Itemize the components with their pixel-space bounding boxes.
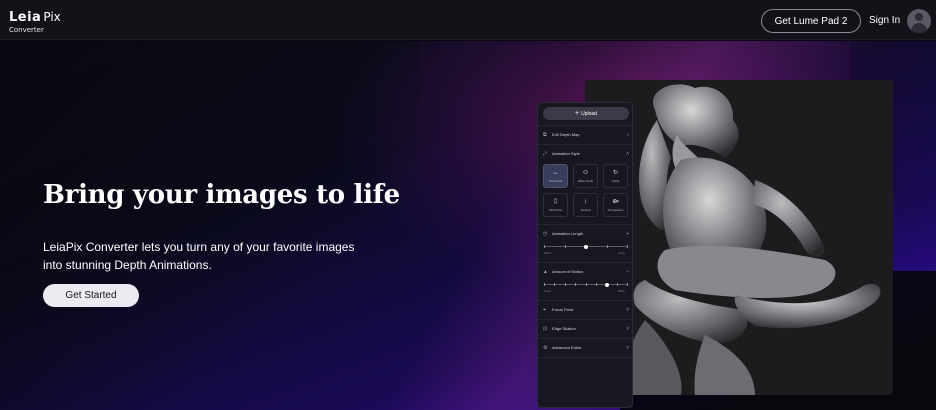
- avatar-body-shape: [911, 23, 927, 33]
- slider-tick: [565, 245, 566, 248]
- style-tile-circle[interactable]: ↻ Circle: [603, 164, 628, 188]
- slider-min-label: Short: [544, 251, 552, 255]
- amount-of-motion-slider[interactable]: [544, 282, 628, 287]
- slider-max-label: Long: [618, 251, 625, 255]
- perspective-icon: ⟴: [612, 198, 619, 205]
- slider-thumb[interactable]: [605, 282, 609, 287]
- slider-tick: [617, 283, 618, 286]
- animation-style-icon: ⤢: [543, 150, 548, 157]
- edge-dilation-label: Edge Dilation: [552, 326, 576, 331]
- edit-depth-map-label: Edit Depth Map: [552, 132, 580, 137]
- animation-length-slider[interactable]: [544, 244, 628, 249]
- leiapix-logo[interactable]: Leia Pix Converter: [9, 9, 61, 34]
- vertical-arrows-icon: ↕: [584, 198, 587, 205]
- slider-tick: [554, 283, 555, 286]
- style-label: Vertical: [580, 207, 591, 212]
- slider-tick: [627, 283, 628, 286]
- edit-depth-map-row[interactable]: ⧉ Edit Depth Map ›: [538, 125, 632, 143]
- amount-of-motion-label: Amount of Motion: [552, 269, 584, 274]
- slider-min-label: Less: [544, 289, 551, 293]
- sign-in-link[interactable]: Sign In: [869, 15, 900, 26]
- avatar-head-shape: [915, 13, 923, 21]
- slider-tick: [596, 283, 597, 286]
- slider-tick: [575, 283, 576, 286]
- focus-point-label: Focus Point: [552, 307, 574, 312]
- depth-map-icon: ⧉: [543, 131, 547, 138]
- horizontal-arrows-icon: ↔: [552, 169, 559, 176]
- edge-icon: ⊡: [543, 325, 548, 332]
- slider-thumb[interactable]: [584, 244, 588, 249]
- style-label: Perspective: [607, 207, 624, 212]
- slider-tick: [544, 283, 545, 286]
- advanced-editor-label: Advanced Editor: [552, 345, 582, 350]
- slider-tick: [544, 245, 545, 248]
- chevron-down-icon: ˅: [626, 325, 629, 332]
- clock-icon: ◷: [543, 230, 548, 237]
- chevron-down-icon: ˅: [626, 306, 629, 313]
- style-tile-vertical[interactable]: ↕ Vertical: [573, 193, 598, 217]
- amount-of-motion-header[interactable]: ▲ Amount of Motion −: [538, 262, 632, 280]
- advanced-editor-row[interactable]: ⚙ Advanced Editor ˅: [538, 338, 632, 356]
- wide-circle-icon: ⬭: [582, 169, 589, 176]
- animation-length-header[interactable]: ◷ Animation Length +: [538, 224, 632, 242]
- hero-headline: Bring your images to life: [43, 180, 400, 210]
- edge-dilation-row[interactable]: ⊡ Edge Dilation ˅: [538, 319, 632, 337]
- chevron-down-icon: ˅: [626, 344, 629, 351]
- animation-style-header[interactable]: ⤢ Animation Style ˄: [538, 144, 632, 162]
- brand-name: Leia: [9, 10, 42, 25]
- slider-tick: [607, 245, 608, 248]
- minus-icon: −: [626, 268, 629, 275]
- chevron-up-icon: ˄: [626, 150, 629, 157]
- circle-icon: ↻: [612, 169, 619, 176]
- user-avatar-icon[interactable]: [907, 9, 931, 33]
- style-label: Wide Circle: [577, 178, 594, 183]
- upload-button[interactable]: + Upload: [543, 107, 629, 120]
- style-label: Tall Circle: [548, 207, 562, 212]
- get-lume-pad-button[interactable]: Get Lume Pad 2: [761, 9, 861, 33]
- settings-panel: + Upload ⧉ Edit Depth Map › ⤢ Animation …: [537, 102, 633, 408]
- tall-circle-icon: ⬯: [553, 198, 558, 205]
- brand-suffix: Pix: [43, 10, 61, 24]
- style-label: Circle: [611, 178, 620, 183]
- style-tile-horizontal[interactable]: ↔ Horizontal: [543, 164, 568, 188]
- get-started-button[interactable]: Get Started: [43, 284, 139, 307]
- motion-icon: ▲: [543, 268, 548, 275]
- hero-description: LeiaPix Converter lets you turn any of y…: [43, 240, 355, 272]
- plus-icon: +: [575, 110, 580, 117]
- style-label: Horizontal: [548, 178, 563, 183]
- hero-dark-wedge: [0, 41, 420, 410]
- editor-icon: ⚙: [543, 344, 548, 351]
- animation-style-label: Animation Style: [552, 151, 580, 156]
- animation-length-label: Animation Length: [552, 231, 584, 236]
- chevron-right-icon: ›: [627, 131, 629, 138]
- style-tile-perspective[interactable]: ⟴ Perspective: [603, 193, 628, 217]
- top-navigation-bar: Leia Pix Converter Get Lume Pad 2 Sign In: [0, 0, 936, 40]
- brand-subtitle: Converter: [9, 26, 44, 34]
- panel-divider: [538, 357, 632, 358]
- slider-tick: [586, 283, 587, 286]
- plus-icon: +: [626, 230, 629, 237]
- style-tile-tall-circle[interactable]: ⬯ Tall Circle: [543, 193, 568, 217]
- slider-tick: [627, 245, 628, 248]
- slider-max-label: More: [618, 289, 625, 293]
- focus-point-row[interactable]: ⌖ Focus Point ˅: [538, 300, 632, 318]
- focus-icon: ⌖: [543, 306, 546, 313]
- style-tile-wide-circle[interactable]: ⬭ Wide Circle: [573, 164, 598, 188]
- upload-label: Upload: [581, 110, 597, 117]
- slider-tick: [565, 283, 566, 286]
